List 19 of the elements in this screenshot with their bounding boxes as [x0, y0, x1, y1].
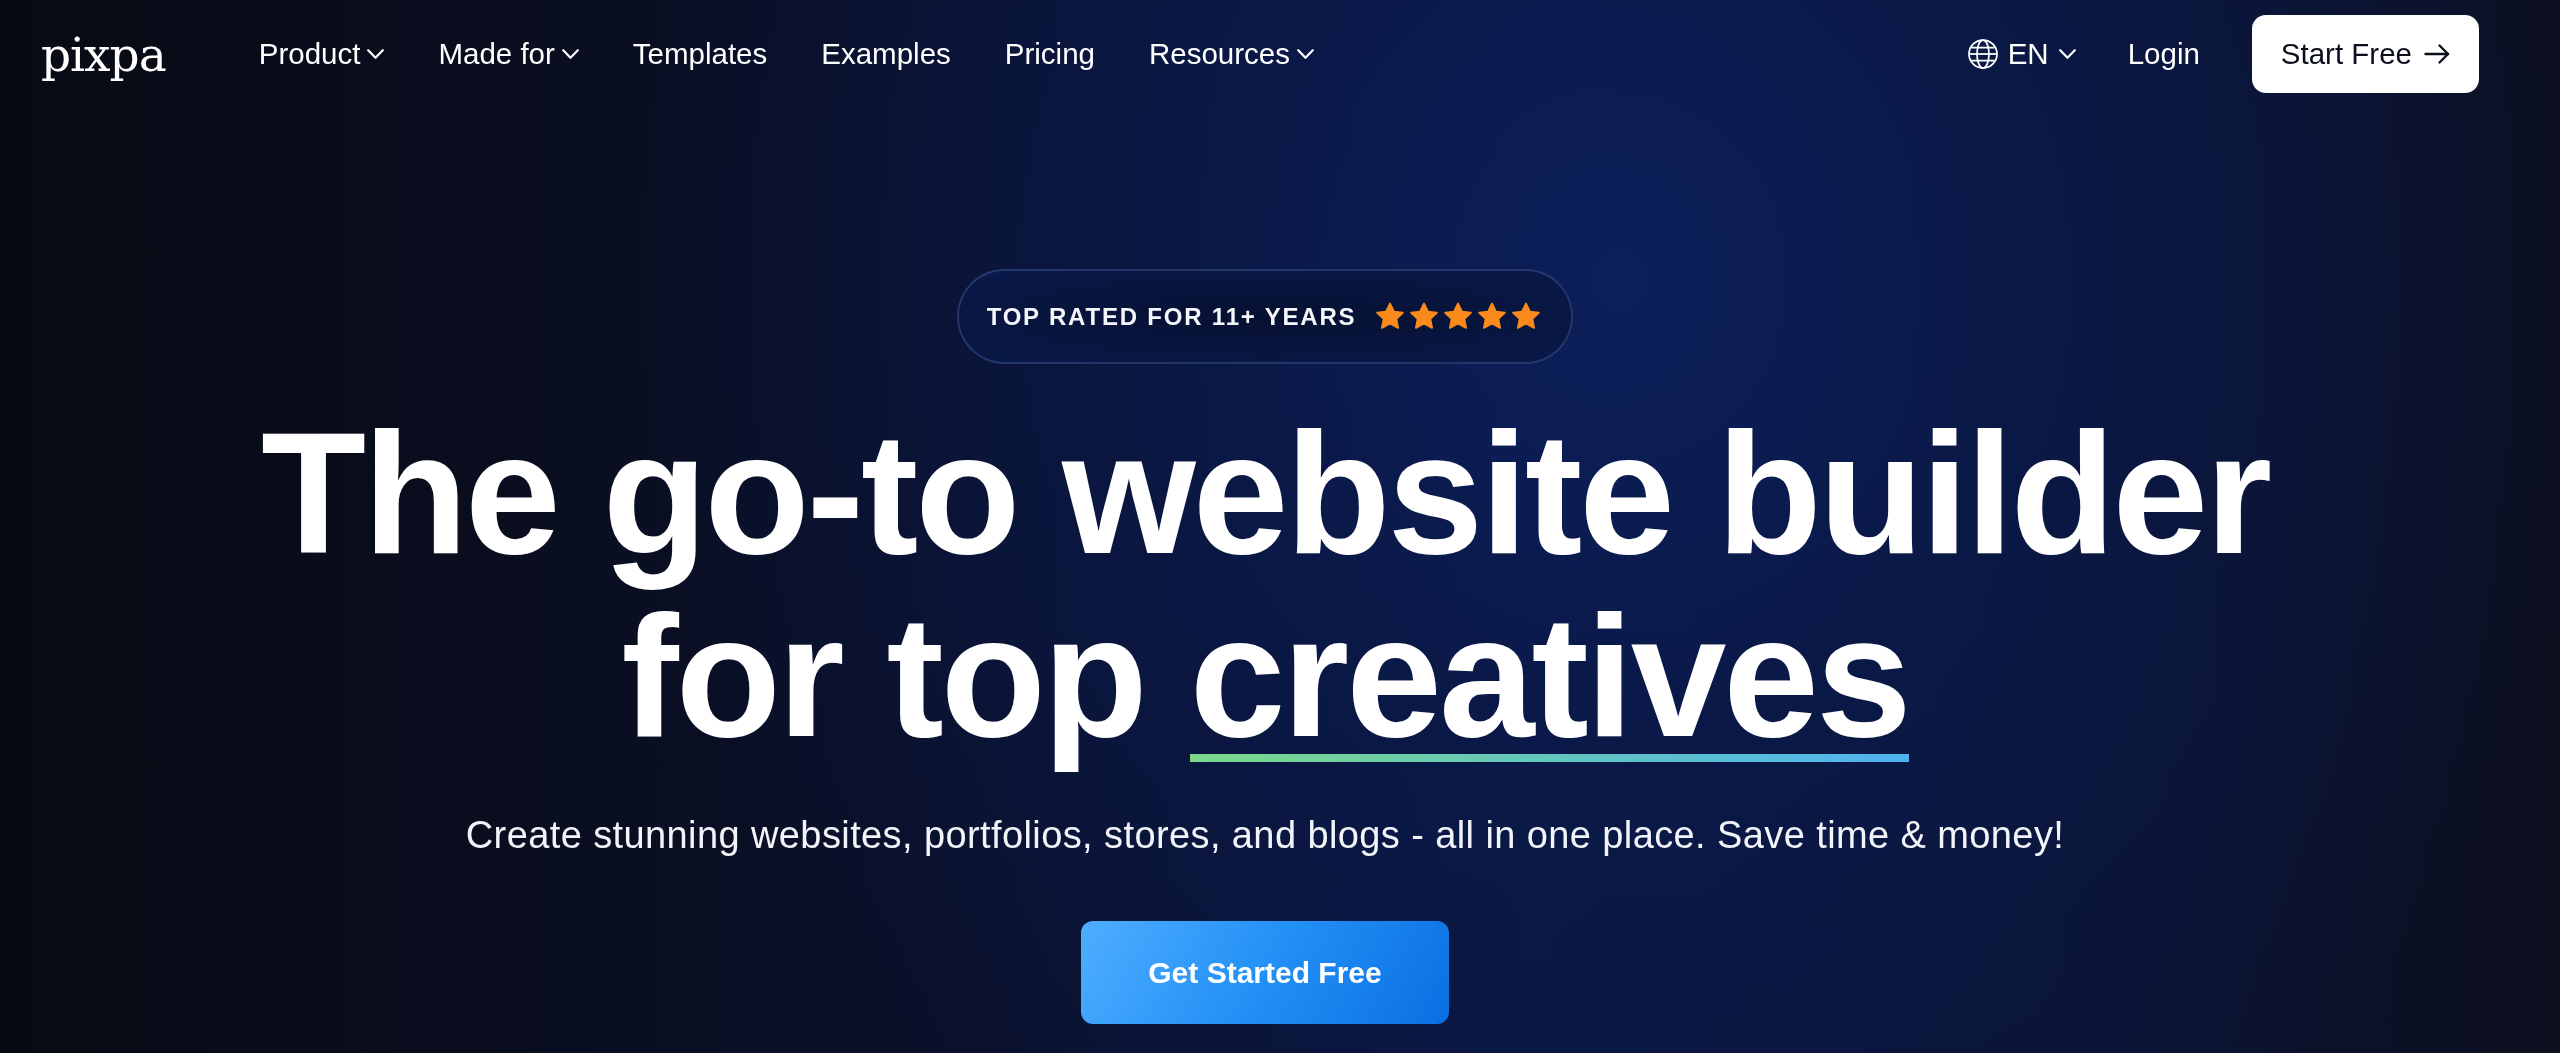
star-icon	[1409, 302, 1440, 331]
badge-text: TOP RATED FOR 11+ YEARS	[986, 302, 1357, 331]
star-icon	[1375, 302, 1406, 331]
star-icon	[1443, 302, 1474, 331]
hero-heading: The go-to website builder for top creatives	[259, 402, 2271, 774]
nav-link[interactable]: Resources	[1149, 39, 1314, 69]
start-free-button[interactable]: Start Free	[2251, 15, 2479, 93]
nav-link[interactable]: Made for	[438, 39, 579, 69]
nav-link[interactable]: Pricing	[1004, 39, 1095, 69]
star-icon	[1477, 302, 1508, 331]
hero-subtitle: Create stunning websites, portfolios, stores, and blogs - all in one place. Save time & money!	[465, 813, 2065, 858]
nav-link[interactable]: Templates	[632, 39, 768, 69]
language-selector[interactable]: EN	[1967, 39, 2076, 69]
nav-link[interactable]: Product	[258, 39, 385, 69]
arrow-right-icon	[2424, 44, 2450, 64]
globe-icon	[1967, 39, 1998, 69]
star-icon	[1511, 302, 1542, 331]
login-link[interactable]: Login	[2127, 39, 2200, 69]
nav-link[interactable]: Examples	[821, 39, 951, 69]
